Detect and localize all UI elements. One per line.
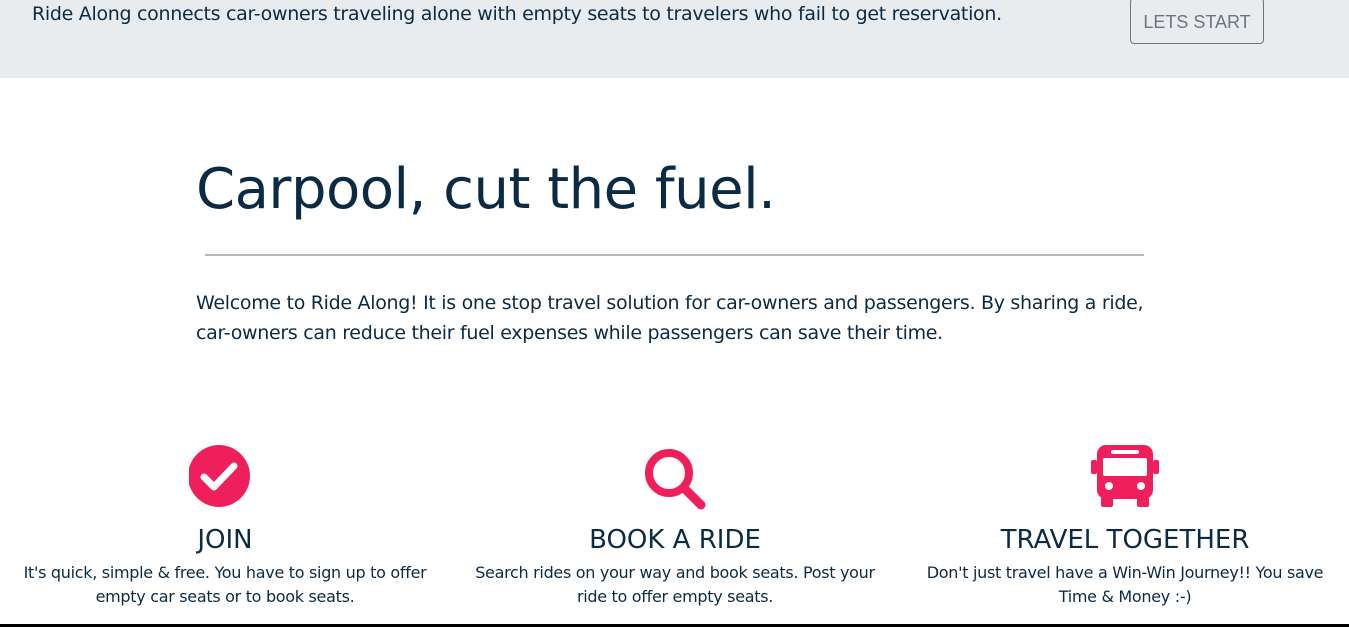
feature-description: It's quick, simple & free. You have to s… (23, 563, 427, 606)
feature-description: Search rides on your way and book seats.… (475, 563, 875, 606)
hero-intro: Welcome to Ride Along! It is one stop tr… (196, 292, 1144, 344)
check-circle-icon (189, 445, 250, 507)
feature-description: Don't just travel have a Win-Win Journey… (926, 563, 1324, 606)
feature-title: JOIN (197, 525, 253, 555)
hero-title: Carpool, cut the fuel. (196, 157, 776, 222)
feature-travel-together: TRAVEL TOGETHER Don't just travel have a… (915, 440, 1335, 609)
lets-start-button[interactable]: LETS START (1130, 0, 1264, 44)
feature-book-a-ride: BOOK A RIDE Search rides on your way and… (465, 440, 885, 609)
feature-title: BOOK A RIDE (589, 525, 761, 555)
feature-title: TRAVEL TOGETHER (1000, 525, 1250, 555)
feature-join: JOIN It's quick, simple & free. You have… (15, 440, 435, 609)
banner-tagline: Ride Along connects car-owners traveling… (32, 3, 1002, 25)
hero-divider (205, 254, 1144, 256)
search-icon (645, 449, 706, 510)
bus-icon (1091, 445, 1159, 507)
top-banner: Ride Along connects car-owners traveling… (0, 0, 1349, 78)
